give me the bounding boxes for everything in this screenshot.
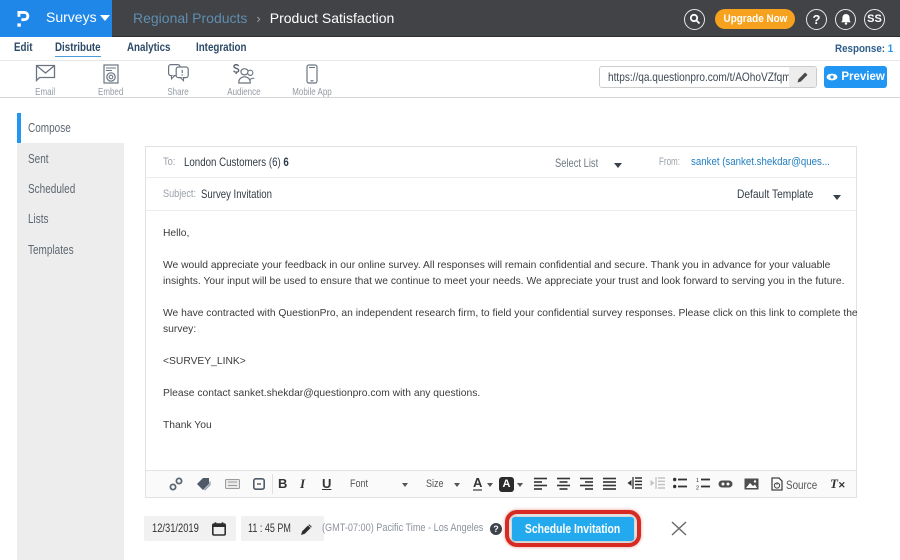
svg-text:2: 2 [696,486,699,491]
svg-text:1: 1 [696,478,699,484]
